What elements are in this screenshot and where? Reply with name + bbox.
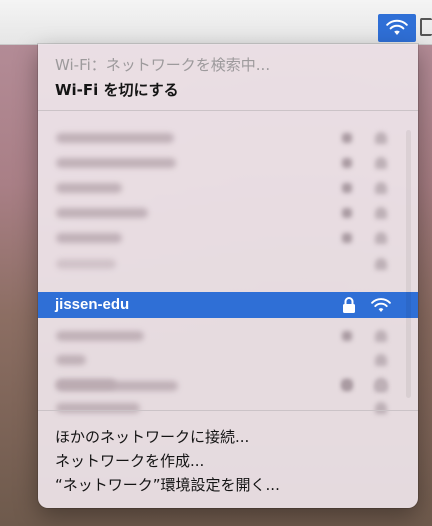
wifi-signal-icon bbox=[375, 132, 387, 144]
network-list-scrollbar[interactable] bbox=[406, 130, 411, 398]
lock-icon bbox=[343, 297, 355, 313]
lock-icon bbox=[342, 208, 352, 218]
network-item[interactable] bbox=[38, 324, 418, 348]
lock-icon bbox=[342, 331, 352, 341]
wifi-signal-icon bbox=[375, 232, 387, 244]
network-name-blurred bbox=[56, 331, 144, 341]
menu-separator bbox=[38, 410, 418, 411]
wifi-signal-icon bbox=[375, 258, 387, 270]
selected-network-name: jissen-edu bbox=[55, 296, 130, 313]
wifi-icon bbox=[386, 19, 408, 35]
battery-icon[interactable] bbox=[420, 18, 432, 36]
lock-icon bbox=[342, 183, 352, 193]
wifi-signal-icon bbox=[375, 157, 387, 169]
network-item[interactable] bbox=[38, 151, 418, 175]
network-item[interactable] bbox=[38, 396, 418, 420]
network-item[interactable] bbox=[38, 348, 418, 372]
network-item[interactable] bbox=[38, 374, 418, 398]
wifi-signal-icon bbox=[375, 330, 387, 342]
network-item[interactable] bbox=[38, 252, 418, 276]
network-name-blurred bbox=[56, 183, 122, 193]
wifi-menu-extra[interactable] bbox=[378, 14, 416, 42]
wifi-dropdown-menu: Wi-Fi：ネットワークを検索中... Wi-Fi を切にする jissen-e… bbox=[38, 44, 418, 508]
wifi-signal-icon bbox=[375, 402, 387, 414]
wifi-signal-icon bbox=[375, 182, 387, 194]
lock-icon bbox=[342, 233, 352, 243]
network-item[interactable] bbox=[38, 126, 418, 150]
network-name-blurred bbox=[56, 158, 176, 168]
wifi-status-text: Wi-Fi：ネットワークを検索中... bbox=[55, 56, 271, 74]
turn-wifi-off-item[interactable]: Wi-Fi を切にする bbox=[55, 79, 179, 100]
wifi-signal-icon bbox=[375, 354, 387, 366]
wifi-signal-icon bbox=[375, 380, 387, 392]
create-network-item[interactable]: ネットワークを作成... bbox=[55, 450, 204, 471]
network-name-blurred bbox=[56, 403, 140, 413]
network-item-selected[interactable]: jissen-edu bbox=[38, 292, 418, 318]
network-name-blurred bbox=[56, 233, 122, 243]
network-name-blurred bbox=[56, 355, 86, 365]
network-name-blurred bbox=[56, 133, 174, 143]
network-item[interactable] bbox=[38, 201, 418, 225]
menu-bar bbox=[0, 0, 432, 45]
network-list: jissen-edu bbox=[38, 118, 418, 418]
wifi-signal-icon bbox=[371, 298, 391, 312]
menu-separator bbox=[38, 110, 418, 111]
network-item[interactable] bbox=[38, 176, 418, 200]
network-name-blurred bbox=[56, 208, 148, 218]
lock-icon bbox=[342, 381, 352, 391]
network-item[interactable] bbox=[38, 226, 418, 250]
lock-icon bbox=[342, 158, 352, 168]
network-name-blurred bbox=[56, 259, 116, 269]
join-other-network-item[interactable]: ほかのネットワークに接続... bbox=[55, 426, 249, 447]
lock-icon bbox=[342, 133, 352, 143]
wifi-signal-icon bbox=[375, 207, 387, 219]
open-network-preferences-item[interactable]: “ネットワーク”環境設定を開く... bbox=[55, 474, 280, 495]
network-name-blurred bbox=[56, 381, 178, 391]
